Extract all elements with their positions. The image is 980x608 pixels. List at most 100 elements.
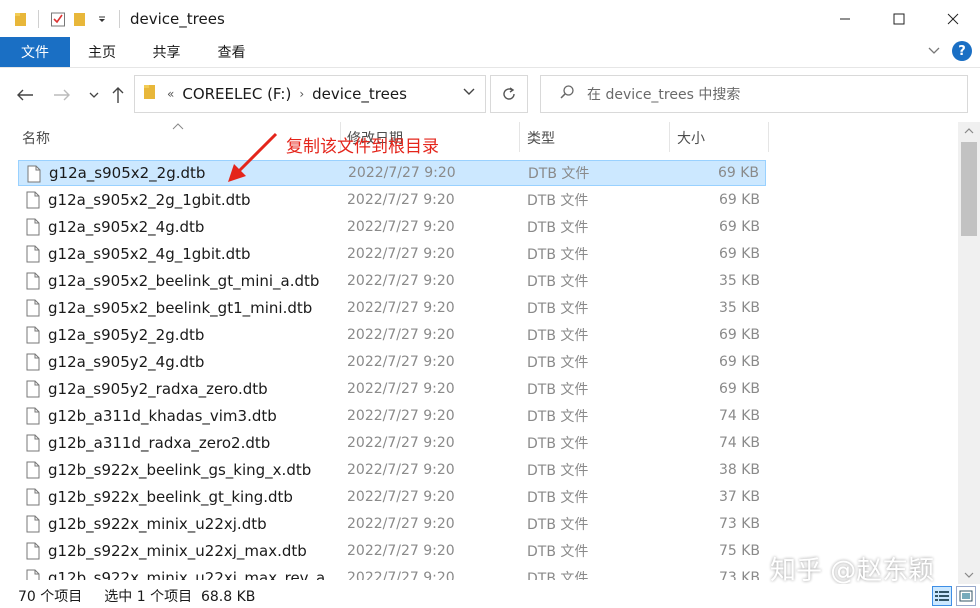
toolbar-divider	[119, 9, 120, 28]
file-type: DTB 文件	[527, 328, 589, 344]
file-row[interactable]: g12b_s922x_beelink_gt_king.dtb 2022/7/27 …	[18, 484, 766, 510]
maximize-button[interactable]	[872, 0, 926, 37]
file-row[interactable]: g12a_s905y2_2g.dtb 2022/7/27 9:20 DTB 文件 69…	[18, 322, 766, 348]
new-folder-icon[interactable]	[69, 8, 91, 30]
annotation-arrow	[228, 132, 278, 182]
search-box[interactable]: 在 device_trees 中搜索	[540, 75, 968, 113]
file-row[interactable]: g12b_a311d_khadas_vim3.dtb 2022/7/27 9:20…	[18, 403, 766, 429]
file-icon	[26, 299, 40, 317]
file-icon	[26, 407, 40, 425]
chevron-down-icon	[89, 92, 99, 98]
search-input[interactable]: 在 device_trees 中搜索	[587, 84, 740, 104]
file-icon	[26, 434, 40, 452]
recent-locations-button[interactable]	[83, 82, 105, 108]
file-type: DTB 文件	[527, 382, 589, 398]
column-divider[interactable]	[669, 122, 670, 152]
file-icon	[26, 569, 40, 580]
file-size: 37 KB	[718, 489, 760, 505]
file-name: g12a_s905x2_4g.dtb	[48, 218, 205, 236]
file-type: DTB 文件	[527, 220, 589, 236]
file-row[interactable]: g12a_s905x2_beelink_gt_mini_a.dtb 2022/7/…	[18, 268, 766, 294]
file-row[interactable]: g12b_s922x_minix_u22xj_max_rev_a 2022/7/2…	[18, 565, 766, 580]
column-size[interactable]: 大小	[677, 128, 705, 148]
ribbon-tabs: 文件 主页 共享 查看 ?	[0, 37, 980, 68]
chevron-up-icon	[964, 128, 974, 134]
up-button[interactable]	[107, 82, 129, 108]
file-date: 2022/7/27 9:20	[347, 408, 455, 424]
vertical-scrollbar[interactable]	[958, 122, 980, 584]
file-date: 2022/7/27 9:20	[347, 354, 455, 370]
quick-access-toolbar: device_trees	[0, 0, 225, 37]
file-row[interactable]: g12b_s922x_minix_u22xj_max.dtb 2022/7/27 …	[18, 538, 766, 564]
arrow-right-icon	[54, 89, 70, 101]
large-icons-view-button[interactable]	[956, 586, 976, 606]
address-bar[interactable]: « COREELEC (F:) › device_trees	[134, 75, 486, 113]
file-date: 2022/7/27 9:20	[347, 273, 455, 289]
folder-icon[interactable]	[10, 8, 32, 30]
column-name[interactable]: 名称	[22, 128, 50, 148]
chevron-right-icon[interactable]: ›	[299, 87, 304, 101]
title-bar: device_trees	[0, 0, 980, 37]
file-row[interactable]: g12a_s905x2_2g.dtb 2022/7/27 9:20 DTB 文件 69…	[18, 160, 766, 186]
file-icon	[27, 165, 41, 183]
details-view-button[interactable]	[932, 586, 952, 606]
file-row[interactable]: g12b_s922x_minix_u22xj.dtb 2022/7/27 9:20…	[18, 511, 766, 537]
scroll-thumb[interactable]	[961, 142, 977, 236]
arrow-left-icon	[17, 89, 33, 101]
file-date: 2022/7/27 9:20	[347, 516, 455, 532]
minimize-button[interactable]	[818, 0, 872, 37]
file-icon	[26, 353, 40, 371]
search-icon	[559, 84, 575, 104]
tab-view[interactable]: 查看	[199, 37, 264, 67]
column-type[interactable]: 类型	[527, 128, 555, 148]
watermark: 知乎 @赵东颖	[770, 556, 935, 586]
column-divider[interactable]	[519, 122, 520, 152]
breadcrumb-current[interactable]: device_trees	[312, 85, 407, 103]
column-header: 名称 修改日期 类型 大小	[0, 122, 958, 152]
chevron-down-icon[interactable]	[91, 8, 113, 30]
file-name: g12b_s922x_minix_u22xj_max.dtb	[48, 542, 307, 560]
minimize-icon	[840, 18, 850, 19]
file-size: 69 KB	[718, 354, 760, 370]
expand-ribbon-button[interactable]	[928, 43, 940, 59]
file-name: g12b_s922x_beelink_gs_king_x.dtb	[48, 461, 312, 479]
scroll-down-button[interactable]	[958, 566, 980, 584]
file-row[interactable]: g12a_s905x2_beelink_gt1_mini.dtb 2022/7/2…	[18, 295, 766, 321]
breadcrumb-overflow[interactable]: «	[167, 87, 174, 101]
file-type: DTB 文件	[527, 274, 589, 290]
close-button[interactable]	[926, 0, 980, 37]
file-row[interactable]: g12a_s905y2_4g.dtb 2022/7/27 9:20 DTB 文件 69…	[18, 349, 766, 375]
breadcrumb-drive[interactable]: COREELEC (F:)	[182, 85, 291, 103]
tab-share[interactable]: 共享	[134, 37, 199, 67]
file-row[interactable]: g12a_s905x2_4g_1gbit.dtb 2022/7/27 9:20 DT…	[18, 241, 766, 267]
help-icon[interactable]: ?	[952, 41, 972, 61]
file-size: 35 KB	[718, 273, 760, 289]
file-date: 2022/7/27 9:20	[347, 570, 455, 580]
file-icon	[26, 380, 40, 398]
file-date: 2022/7/27 9:20	[347, 435, 455, 451]
file-row[interactable]: g12a_s905x2_2g_1gbit.dtb 2022/7/27 9:20 DT…	[18, 187, 766, 213]
column-divider[interactable]	[768, 122, 769, 152]
back-button[interactable]	[14, 82, 36, 108]
file-type: DTB 文件	[527, 193, 589, 209]
large-icons-view-icon	[959, 590, 973, 602]
file-row[interactable]: g12a_s905y2_radxa_zero.dtb 2022/7/27 9:20…	[18, 376, 766, 402]
file-type: DTB 文件	[527, 544, 589, 560]
window-title: device_trees	[130, 9, 225, 28]
file-name: g12a_s905y2_2g.dtb	[48, 326, 205, 344]
file-row[interactable]: g12a_s905x2_4g.dtb 2022/7/27 9:20 DTB 文件 69…	[18, 214, 766, 240]
properties-icon[interactable]	[47, 8, 69, 30]
forward-button[interactable]	[51, 82, 73, 108]
scroll-up-button[interactable]	[958, 122, 980, 140]
file-date: 2022/7/27 9:20	[347, 489, 455, 505]
tab-home[interactable]: 主页	[70, 37, 134, 67]
file-row[interactable]: g12b_a311d_radxa_zero2.dtb 2022/7/27 9:20…	[18, 430, 766, 456]
file-name: g12b_a311d_khadas_vim3.dtb	[48, 407, 277, 425]
file-icon	[26, 542, 40, 560]
file-name: g12b_a311d_radxa_zero2.dtb	[48, 434, 271, 452]
refresh-button[interactable]	[490, 75, 528, 113]
file-row[interactable]: g12b_s922x_beelink_gs_king_x.dtb 2022/7/2…	[18, 457, 766, 483]
file-type: DTB 文件	[527, 490, 589, 506]
address-dropdown-button[interactable]	[463, 85, 475, 99]
tab-file[interactable]: 文件	[0, 37, 70, 67]
